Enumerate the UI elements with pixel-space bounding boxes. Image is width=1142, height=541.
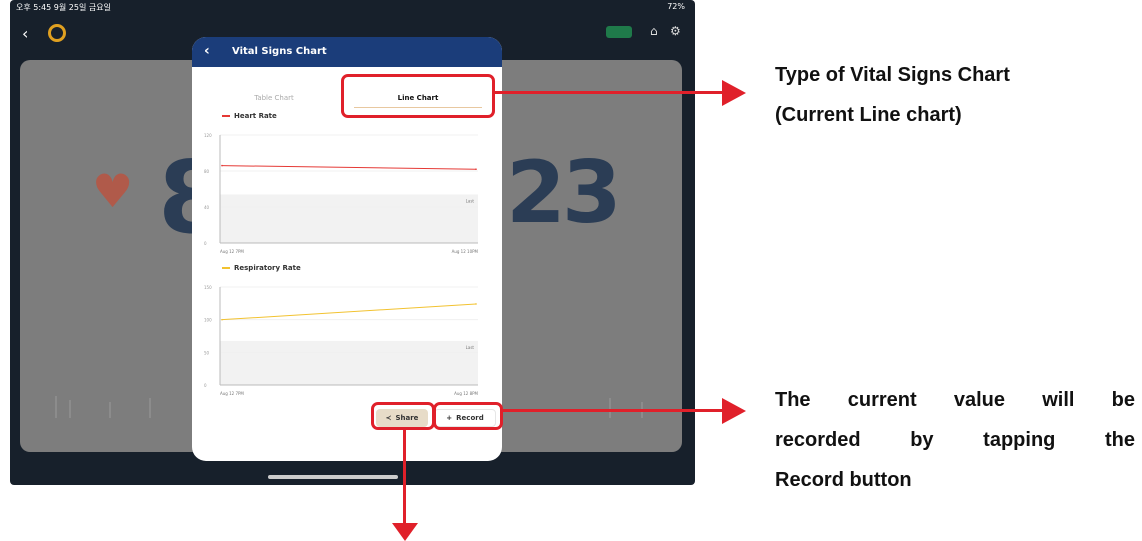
respiratory-rate-legend-label: Respiratory Rate: [234, 264, 301, 272]
record-arrow-head: [722, 398, 746, 424]
data-point: [221, 318, 223, 321]
y-tick-label: 50: [204, 350, 210, 355]
home-indicator: [268, 475, 398, 479]
record-arrow-line: [503, 409, 725, 412]
chart-type-annotation-line: (Current Line chart): [775, 104, 962, 126]
x-tick-label: Aug 12 8PM: [454, 391, 478, 396]
chart-type-arrow-head: [722, 80, 746, 106]
modal-title: Vital Signs Chart: [232, 46, 327, 57]
back-arrow-icon[interactable]: ‹: [22, 24, 28, 43]
record-highlight: [433, 402, 503, 430]
home-icon[interactable]: ⌂: [650, 24, 658, 38]
record-annotation: The current value will be recorded by ta…: [775, 380, 1135, 500]
respiratory-rate-legend: Respiratory Rate: [222, 264, 301, 272]
tab-table-chart[interactable]: Table Chart: [214, 83, 334, 113]
heart-rate-legend: Heart Rate: [222, 112, 277, 120]
record-annotation-line: recorded by tapping the: [775, 429, 1135, 451]
respiratory-rate-legend-swatch: [222, 267, 230, 269]
y-tick-label: 100: [204, 318, 212, 323]
y-tick-label: 150: [204, 285, 212, 290]
series-line: [221, 165, 477, 170]
chart-band: [220, 194, 478, 243]
heart-rate-legend-swatch: [222, 115, 230, 117]
modal-back-icon[interactable]: ‹: [204, 43, 210, 59]
chart-type-arrow-line: [495, 91, 725, 94]
y-tick-label: 120: [204, 133, 212, 138]
data-point: [221, 164, 223, 167]
data-point: [475, 303, 477, 305]
settings-icon[interactable]: ⚙: [670, 24, 681, 38]
series-line: [221, 303, 477, 321]
heart-icon: ♥: [92, 164, 134, 218]
share-highlight: [371, 402, 435, 430]
line-chart-highlight: [341, 74, 495, 118]
modal-header: ‹ Vital Signs Chart: [192, 37, 502, 67]
chart-type-annotation-line: Type of Vital Signs Chart: [775, 64, 1010, 86]
chart-band: [220, 340, 478, 385]
y-tick-label: 40: [204, 205, 210, 210]
x-tick-label: Aug 12 10PM: [452, 249, 479, 254]
battery-indicator: 72%: [667, 2, 685, 11]
heart-rate-legend-label: Heart Rate: [234, 112, 277, 120]
record-annotation-line: Record button: [775, 469, 912, 491]
y-tick-label: 0: [204, 383, 207, 388]
y-tick-label: 0: [204, 241, 207, 246]
y-tick-label: 80: [204, 169, 210, 174]
record-annotation-line: The current value will be: [775, 389, 1135, 411]
last-value-tag: Last: [466, 198, 475, 203]
respiratory-rate-value: 23: [506, 143, 622, 243]
x-tick-label: Aug 12 7PM: [220, 391, 244, 396]
last-value-tag: Last: [466, 345, 475, 350]
status-bar: 오후 5:45 9월 25일 금요일 72%: [10, 0, 695, 14]
status-time: 오후 5:45 9월 25일 금요일: [16, 3, 111, 12]
x-tick-label: Aug 12 7PM: [220, 249, 244, 254]
share-arrow-head: [392, 523, 418, 541]
share-arrow-line: [403, 430, 406, 526]
status-indicator: [606, 26, 632, 38]
heart-rate-chart: 120 80 40 0 Aug 12 7PM Aug 12 10PM Last: [204, 133, 479, 254]
data-point: [475, 168, 477, 170]
chart-type-annotation: Type of Vital Signs Chart (Current Line …: [775, 55, 1115, 135]
avatar[interactable]: [48, 24, 66, 42]
respiratory-rate-chart: 150 100 50 0 Aug 12 7PM Aug 12 8PM Last: [204, 285, 479, 396]
